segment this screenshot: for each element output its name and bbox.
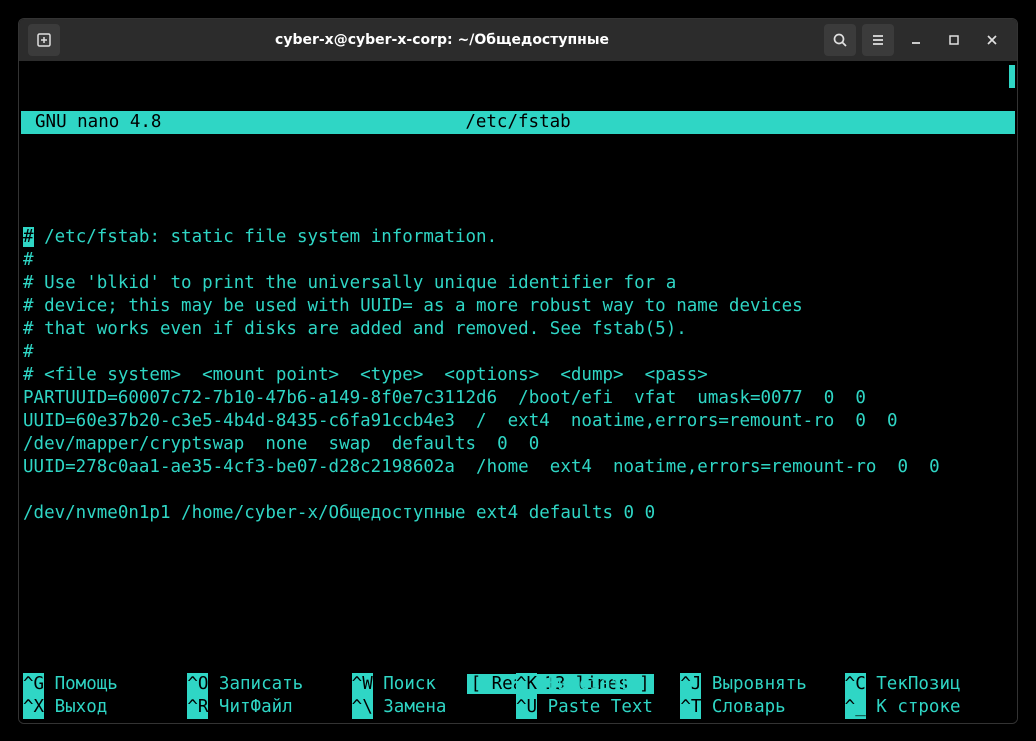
shortcut-label: Выход — [44, 696, 107, 719]
editor-line[interactable]: /dev/nvme0n1p1 /home/cyber-x/Общедоступн… — [21, 502, 1015, 525]
shortcut-item: ^_К строке — [845, 696, 1009, 719]
maximize-button[interactable] — [938, 24, 970, 56]
editor-line[interactable]: UUID=278c0aa1-ae35-4cf3-be07-d28c2198602… — [21, 456, 1015, 479]
editor-line[interactable]: UUID=60e37b20-c3e5-4b4d-8435-c6fa91ccb4e… — [21, 410, 1015, 433]
shortcut-label: ТекПозиц — [866, 673, 961, 696]
shortcut-bar: ^GПомощь^XВыход^OЗаписать^RЧитФайл^WПоис… — [23, 673, 1009, 719]
shortcut-item: ^GПомощь — [23, 673, 187, 696]
editor-line[interactable]: PARTUUID=60007c72-7b10-47b6-a149-8f0e7c3… — [21, 387, 1015, 410]
shortcut-key: ^T — [680, 696, 701, 719]
terminal-window: cyber-x@cyber-x-corp: ~/Общедоступные /e… — [18, 18, 1018, 724]
editor-line[interactable]: # — [21, 249, 1015, 272]
shortcut-item: ^JВыровнять — [680, 673, 844, 696]
shortcut-item: ^KВырезать — [516, 673, 680, 696]
shortcut-key: ^G — [23, 673, 44, 696]
search-button[interactable] — [824, 24, 856, 56]
editor-line[interactable] — [21, 479, 1015, 502]
editor-line[interactable]: # device; this may be used with UUID= as… — [21, 295, 1015, 318]
shortcut-label: Поиск — [373, 673, 436, 696]
minimize-button[interactable] — [900, 24, 932, 56]
shortcut-item: ^RЧитФайл — [187, 696, 351, 719]
shortcut-label: Записать — [208, 673, 303, 696]
scrollbar-thumb[interactable] — [1009, 65, 1015, 88]
editor-line[interactable]: # — [21, 341, 1015, 364]
titlebar: cyber-x@cyber-x-corp: ~/Общедоступные — [19, 19, 1017, 61]
editor-line[interactable]: # /etc/fstab: static file system informa… — [21, 226, 1015, 249]
shortcut-key: ^U — [516, 696, 537, 719]
shortcut-label: Вырезать — [537, 673, 632, 696]
shortcut-item: ^XВыход — [23, 696, 187, 719]
shortcut-item: ^UPaste Text — [516, 696, 680, 719]
shortcut-item: ^OЗаписать — [187, 673, 351, 696]
shortcut-item: ^CТекПозиц — [845, 673, 1009, 696]
shortcut-label: Выровнять — [701, 673, 806, 696]
new-tab-button[interactable] — [28, 24, 60, 56]
shortcut-item: ^\Замена — [352, 696, 516, 719]
shortcut-key: ^J — [680, 673, 701, 696]
editor-line[interactable]: # <file system> <mount point> <type> <op… — [21, 364, 1015, 387]
shortcut-key: ^_ — [845, 696, 866, 719]
nano-filename: /etc/fstab — [21, 111, 1015, 134]
shortcut-label: Paste Text — [537, 696, 653, 719]
shortcut-label: Замена — [373, 696, 447, 719]
window-title: cyber-x@cyber-x-corp: ~/Общедоступные — [63, 32, 821, 48]
shortcut-key: ^O — [187, 673, 208, 696]
shortcut-key: ^\ — [352, 696, 373, 719]
shortcut-label: Помощь — [44, 673, 118, 696]
terminal-area[interactable]: /etc/fstab GNU nano 4.8 # /etc/fstab: st… — [19, 61, 1017, 723]
close-button[interactable] — [976, 24, 1008, 56]
editor-line[interactable]: /dev/mapper/cryptswap none swap defaults… — [21, 433, 1015, 456]
shortcut-key: ^K — [516, 673, 537, 696]
shortcut-key: ^C — [845, 673, 866, 696]
menu-button[interactable] — [862, 24, 894, 56]
cursor: # — [23, 227, 34, 247]
shortcut-key: ^X — [23, 696, 44, 719]
editor-line[interactable]: # Use 'blkid' to print the universally u… — [21, 272, 1015, 295]
shortcut-key: ^R — [187, 696, 208, 719]
shortcut-label: Словарь — [701, 696, 785, 719]
shortcut-label: ЧитФайл — [208, 696, 292, 719]
shortcut-item: ^TСловарь — [680, 696, 844, 719]
shortcut-item: ^WПоиск — [352, 673, 516, 696]
editor-line[interactable]: # that works even if disks are added and… — [21, 318, 1015, 341]
nano-status-row: [ Read 13 lines ] — [21, 650, 1015, 673]
shortcut-label: К строке — [866, 696, 961, 719]
nano-header: /etc/fstab GNU nano 4.8 — [21, 111, 1015, 134]
shortcut-key: ^W — [352, 673, 373, 696]
editor-content[interactable]: # /etc/fstab: static file system informa… — [21, 226, 1015, 525]
